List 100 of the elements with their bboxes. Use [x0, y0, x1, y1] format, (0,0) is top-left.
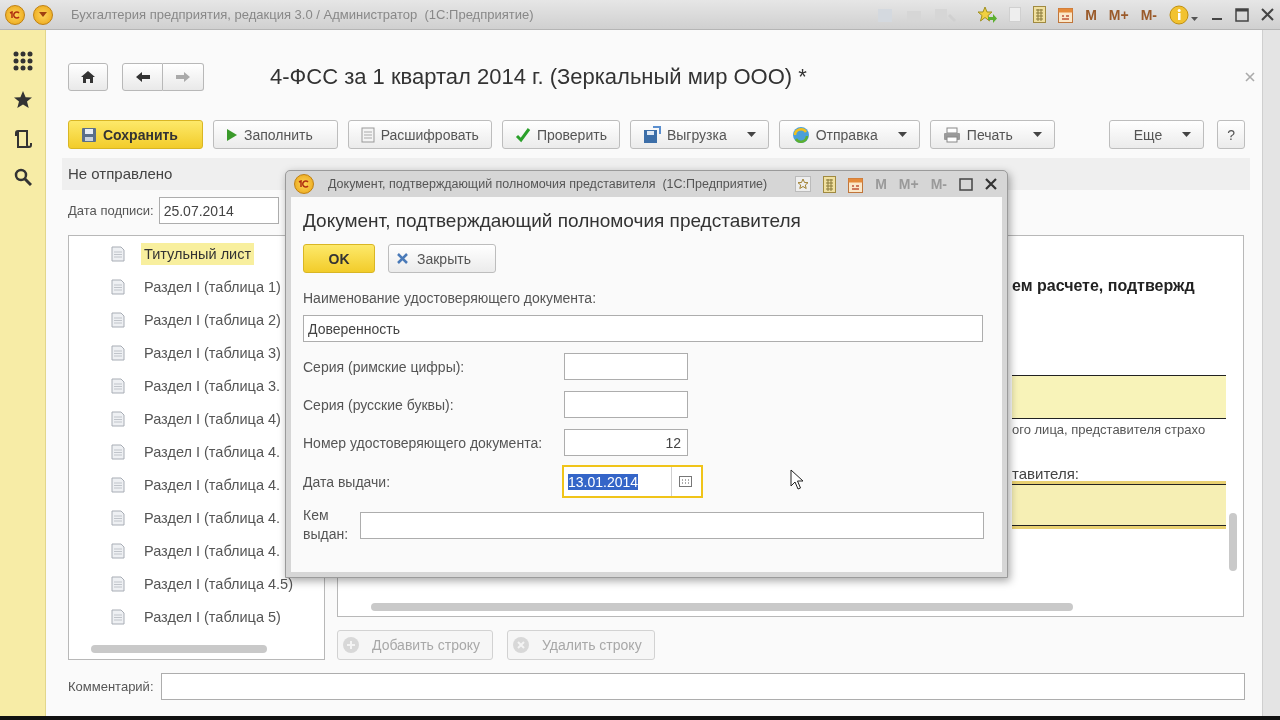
section-item[interactable]: Раздел I (таблица 3) — [141, 341, 284, 364]
input-field[interactable] — [564, 353, 688, 380]
section-item[interactable]: Раздел I (таблица 4.5) — [141, 572, 296, 595]
toolbar-button[interactable]: Сохранить — [68, 120, 203, 149]
memory-button[interactable]: M — [1085, 6, 1097, 23]
dialog-title: Документ, подтверждающий полномочия представителя — [303, 210, 802, 232]
input-field[interactable] — [1012, 375, 1226, 419]
star-icon[interactable] — [795, 176, 812, 192]
report-heading: ем расчете, подтвержд — [1012, 277, 1195, 295]
play-icon — [225, 127, 238, 142]
home-icon — [80, 70, 96, 84]
caret-icon — [1182, 132, 1192, 137]
cross-circle-icon — [512, 636, 531, 654]
calculator-icon[interactable] — [823, 175, 837, 193]
section-item[interactable]: Раздел I (таблица 4) — [141, 407, 284, 430]
scrollbar[interactable] — [91, 645, 267, 653]
printer-icon — [942, 126, 961, 143]
section-item[interactable]: Раздел I (таблица 4. — [141, 473, 284, 496]
app-logo-icon[interactable] — [294, 174, 314, 194]
field-label: Дата подписи: — [68, 203, 154, 218]
date-field[interactable]: 25.07.2014 — [158, 197, 279, 224]
scrollbar[interactable] — [1229, 513, 1237, 571]
memory-button[interactable]: M+ — [1108, 6, 1129, 23]
section-item[interactable]: Раздел I (таблица 3. — [141, 374, 284, 397]
calendar-icon[interactable] — [848, 175, 864, 193]
field-label: Серия (русские буквы): — [303, 396, 455, 413]
toolbar-button[interactable]: Выгрузка — [629, 120, 769, 149]
maximize-icon[interactable] — [1235, 7, 1249, 22]
history-scroll-icon[interactable] — [13, 129, 32, 149]
app-logo-icon[interactable] — [5, 4, 25, 25]
section-item[interactable]: Раздел I (таблица 2) — [141, 308, 284, 331]
document-icon — [111, 509, 125, 526]
issued-by-field[interactable] — [360, 511, 984, 539]
mouse-cursor-icon — [790, 469, 804, 491]
help-button[interactable]: ? — [1217, 120, 1245, 149]
close-icon — [397, 253, 408, 264]
checkmark-icon — [514, 126, 531, 143]
field-label: Серия (римские цифры): — [303, 358, 466, 375]
document-icon — [111, 542, 125, 559]
caret-icon — [1032, 132, 1042, 137]
field-label: Дата выдачи: — [303, 473, 392, 490]
calculator-icon[interactable] — [1033, 6, 1047, 23]
section-item[interactable]: Раздел I (таблица 4. — [141, 440, 284, 463]
input-field[interactable] — [564, 391, 688, 418]
memory-button[interactable]: M- — [1140, 6, 1157, 23]
document-icon — [111, 278, 125, 295]
toolbar-button[interactable]: Еще — [1108, 120, 1205, 149]
dialog-window-title: Документ, подтверждающий полномочия представителя (1С:Предприятие) — [328, 177, 768, 191]
date-field[interactable]: 13.01.2014 — [562, 465, 703, 498]
star-arrow-icon[interactable] — [977, 5, 998, 24]
form-title: 4-ФСС за 1 квартал 2014 г. (Зеркальный мир ООО) * — [270, 64, 807, 90]
document-icon — [111, 311, 125, 328]
document-name-field[interactable]: Доверенность — [303, 315, 983, 342]
toolbar-button[interactable]: Проверить — [501, 120, 620, 149]
toolbar-button[interactable]: Печать — [929, 120, 1055, 149]
field-caption: ого лица, представителя страхо — [1012, 422, 1206, 437]
document-icon — [111, 476, 125, 493]
toolbar-button[interactable]: Расшифровать — [347, 120, 492, 149]
field-label: Номер удостоверяющего документа: — [303, 434, 544, 451]
close-icon[interactable] — [1261, 8, 1274, 21]
calendar-icon[interactable] — [1058, 6, 1074, 23]
document-icon — [111, 344, 125, 361]
globe-arrows-icon — [791, 125, 810, 144]
back-arrow-icon — [134, 71, 151, 83]
document-icon — [111, 377, 125, 394]
scrollbar[interactable] — [371, 603, 1073, 611]
document-icon — [111, 575, 125, 592]
floppy-arrow-icon — [642, 125, 661, 144]
star-icon[interactable] — [12, 90, 33, 110]
menu-dropdown-icon[interactable] — [33, 4, 53, 25]
section-item[interactable]: Раздел I (таблица 1) — [141, 275, 284, 298]
field-label: Кем выдан: — [303, 506, 350, 544]
calendar-icon[interactable] — [679, 476, 692, 487]
toolbar-button[interactable]: Заполнить — [212, 120, 338, 149]
section-item[interactable]: Титульный лист — [141, 242, 255, 265]
section-item[interactable]: Раздел I (таблица 4. — [141, 506, 284, 529]
document-icon — [111, 410, 125, 427]
maximize-icon[interactable] — [959, 177, 973, 191]
close-button[interactable]: Закрыть — [388, 244, 496, 273]
field-label: тавителя: — [1012, 465, 1079, 482]
document-icon — [111, 443, 125, 460]
field-label: Комментарий: — [68, 679, 154, 694]
window-title: Бухгалтерия предприятия, редакция 3.0 / Администратор (1С:Предприятие) — [71, 7, 534, 22]
ok-button[interactable]: OK — [303, 244, 375, 273]
caret-icon — [746, 132, 756, 137]
document-icon — [360, 126, 375, 143]
forward-arrow-icon — [175, 71, 191, 83]
document-icon — [111, 608, 125, 625]
search-icon[interactable] — [13, 168, 32, 186]
info-icon[interactable] — [1169, 4, 1199, 25]
section-item[interactable]: Раздел I (таблица 4. — [141, 539, 284, 562]
section-item[interactable]: Раздел I (таблица 5) — [141, 605, 284, 628]
close-icon[interactable] — [985, 178, 997, 190]
app-grid-icon[interactable] — [12, 51, 33, 71]
number-field[interactable]: 12 — [564, 429, 688, 456]
home-button[interactable] — [68, 63, 108, 91]
input-field[interactable] — [1012, 484, 1226, 526]
comment-field[interactable] — [160, 673, 1245, 700]
back-button[interactable] — [122, 63, 163, 91]
toolbar-button[interactable]: Отправка — [778, 120, 920, 149]
